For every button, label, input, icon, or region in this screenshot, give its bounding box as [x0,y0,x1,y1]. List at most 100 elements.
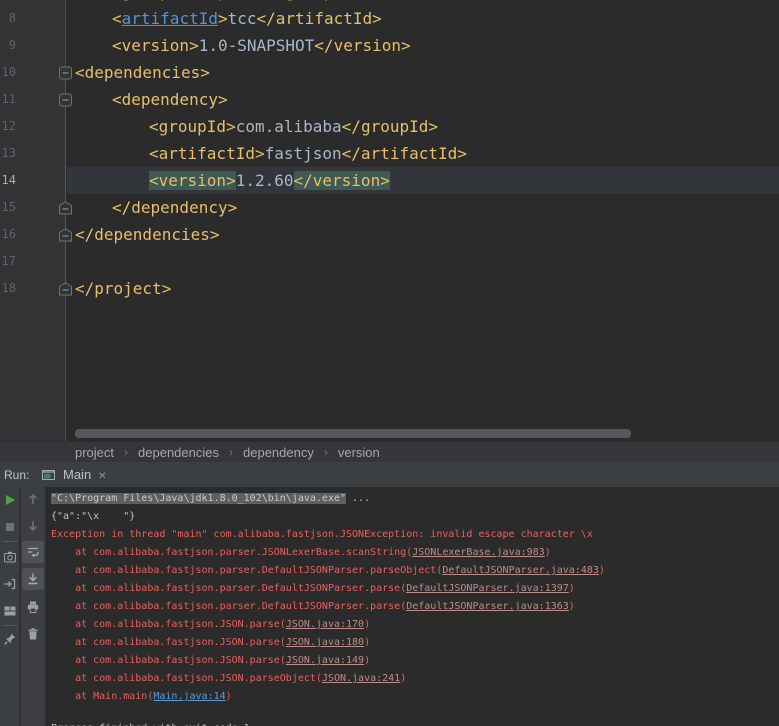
toolbar-separator [3,541,17,542]
stack-frame-link[interactable]: JSONLexerBase.java:983 [412,547,544,558]
code-line[interactable]: 13<artifactId>fastjson</artifactId> [0,140,779,167]
down-icon [25,518,41,534]
error-text: ) [545,547,551,558]
code-line[interactable]: 8 <artifactId>tcc</artifactId> [0,5,779,32]
console-text: "C:\Program Files\Java\jdk1.8.0_102\bin\… [51,493,346,504]
xml-tag-token: <dependency> [112,90,228,109]
stack-frame-link[interactable]: Main.java:14 [153,691,225,702]
error-text: ) [364,619,370,630]
xml-text-token: tcc [228,9,257,28]
code-line[interactable]: 16</dependencies> [0,221,779,248]
console-line: at com.alibaba.fastjson.JSON.parse(JSON.… [51,634,779,652]
console-line: Exception in thread "main" com.alibaba.f… [51,526,779,544]
xml-tag-token: </artifactId> [342,144,467,163]
error-text: at com.alibaba.fastjson.parser.DefaultJS… [51,565,442,576]
code-line[interactable]: 10<dependencies> [0,59,779,86]
code-text: </project> [75,275,171,302]
error-text: ) [400,673,406,684]
code-line[interactable]: 12<groupId>com.alibaba</groupId> [0,113,779,140]
ide-window: { "colors": { "editor_bg": "#2b2b2b", "g… [0,0,779,726]
stack-frame-link[interactable]: JSON.java:170 [286,619,364,630]
xml-text-token: 1.2.60 [236,171,294,190]
code-line[interactable]: 18</project> [0,275,779,302]
error-text: ) [569,583,575,594]
code-text: <artifactId>tcc</artifactId> [112,5,382,32]
error-text: at com.alibaba.fastjson.JSON.parseObject… [51,673,322,684]
console-line: at com.alibaba.fastjson.parser.JSONLexer… [51,544,779,562]
fold-marker[interactable] [59,282,72,296]
code-line[interactable]: 9<version>1.0-SNAPSHOT</version> [0,32,779,59]
console-line: at com.alibaba.fastjson.JSON.parseObject… [51,670,779,688]
pin-icon [2,631,18,647]
wrap-icon [25,544,41,560]
code-line[interactable]: 17 [0,248,779,275]
line-number: 13 [0,140,16,167]
code-text: </dependency> [112,194,237,221]
xml-editor[interactable]: 7<groupId>tcphant</groupId>8<artifactId>… [0,0,779,441]
fold-expand-icon[interactable] [59,228,72,242]
camera-icon [2,549,18,565]
pin-tab-button[interactable] [2,631,18,647]
fold-collapse-icon[interactable] [59,93,72,107]
breadcrumb-chevron-icon: › [324,445,328,459]
error-text: ) [599,565,605,576]
run-tab-main[interactable]: Main × [33,462,114,487]
code-line[interactable]: 11<dependency> [0,86,779,113]
console-tab-icon [41,468,56,481]
error-text: at com.alibaba.fastjson.JSON.parse( [51,619,286,630]
scroll-to-end-button[interactable] [25,571,41,587]
rerun-button[interactable] [2,492,18,508]
error-text: ) [364,637,370,648]
artifactid-hyperlink[interactable]: artifactId [122,9,218,28]
stack-frame-link[interactable]: DefaultJSONParser.java:1363 [406,601,569,612]
run-toolbar [0,487,20,726]
breadcrumb-item-dependencies[interactable]: dependencies [138,445,219,460]
print-button[interactable] [25,599,41,615]
stop-button[interactable] [2,519,18,535]
code-line[interactable]: 15</dependency> [0,194,779,221]
fold-marker[interactable] [59,201,72,215]
line-number: 10 [0,59,16,86]
console-text: {"a":"\x "} [51,511,135,522]
error-text: at com.alibaba.fastjson.parser.DefaultJS… [51,601,406,612]
code-line[interactable]: 14<version>1.2.60</version> [0,167,779,194]
console-output[interactable]: "C:\Program Files\Java\jdk1.8.0_102\bin\… [47,487,779,726]
console-blank-line [51,706,779,720]
stack-frame-link[interactable]: DefaultJSONParser.java:1397 [406,583,569,594]
line-number: 17 [0,248,16,275]
error-text: Exception in thread "main" com.alibaba.f… [51,529,593,540]
fold-expand-icon[interactable] [59,282,72,296]
fold-expand-icon[interactable] [59,201,72,215]
fold-marker[interactable] [59,93,72,107]
fold-marker[interactable] [59,228,72,242]
error-text: ) [364,655,370,666]
fold-collapse-icon[interactable] [59,66,72,80]
line-number: 8 [0,5,16,32]
error-text: ) [226,691,232,702]
console-line: "C:\Program Files\Java\jdk1.8.0_102\bin\… [51,490,779,508]
error-text: at com.alibaba.fastjson.JSON.parse( [51,637,286,648]
error-text: at com.alibaba.fastjson.parser.JSONLexer… [51,547,412,558]
clear-console-button[interactable] [25,626,41,642]
error-text: at com.alibaba.fastjson.JSON.parse( [51,655,286,666]
stack-frame-link[interactable]: JSON.java:241 [322,673,400,684]
fold-marker[interactable] [59,66,72,80]
console-line: at com.alibaba.fastjson.JSON.parse(JSON.… [51,652,779,670]
breadcrumb-item-project[interactable]: project [75,445,114,460]
breadcrumb-item-version[interactable]: version [338,445,380,460]
soft-wrap-button[interactable] [25,544,41,560]
xml-text-token: 1.0-SNAPSHOT [199,36,315,55]
stack-frame-link[interactable]: JSON.java:149 [286,655,364,666]
horizontal-scrollbar[interactable] [75,429,631,438]
tab-close-icon[interactable]: × [98,468,106,482]
exit-button[interactable] [2,576,18,592]
screenshot-button[interactable] [2,549,18,565]
prev-occurrence-button[interactable] [25,491,41,507]
restore-layout-button[interactable] [2,603,18,619]
stack-frame-link[interactable]: JSON.java:180 [286,637,364,648]
xml-tag-token: <version> [149,171,236,190]
play-icon [2,492,18,508]
next-occurrence-button[interactable] [25,518,41,534]
stack-frame-link[interactable]: DefaultJSONParser.java:483 [442,565,599,576]
breadcrumb-item-dependency[interactable]: dependency [243,445,314,460]
